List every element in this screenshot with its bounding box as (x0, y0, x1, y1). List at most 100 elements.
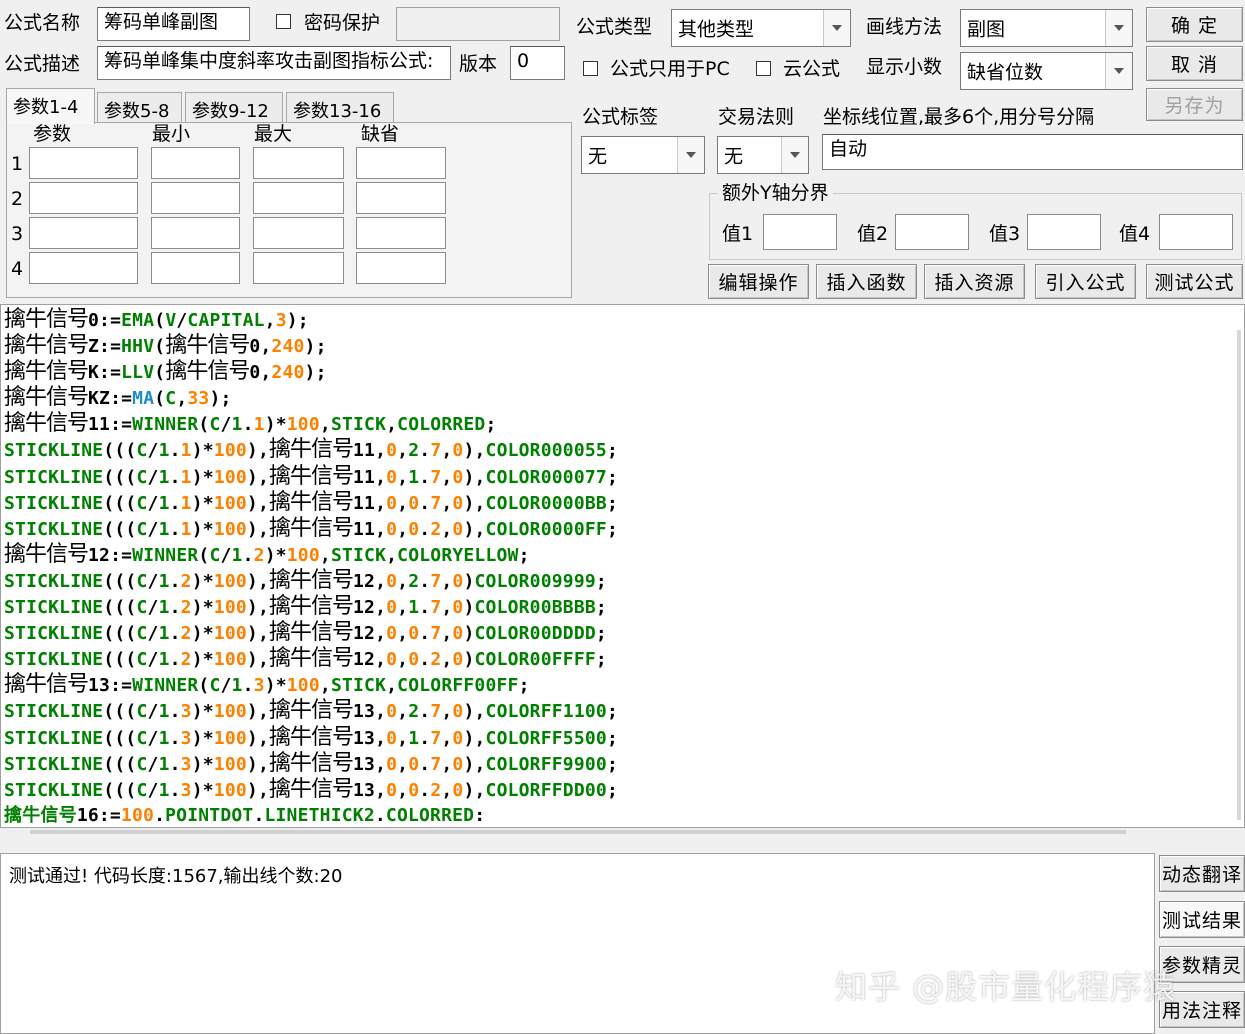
param-min-input[interactable] (151, 147, 240, 179)
tag-label: 公式标签 (582, 106, 659, 128)
code-token: COLOR000055 (485, 440, 607, 462)
insert-function-button[interactable]: 插入函数 (816, 264, 917, 299)
code-token: STICKLINE (4, 701, 104, 723)
code-token: )* (264, 675, 287, 697)
code-token: 0 (386, 701, 398, 723)
horizontal-scrollbar[interactable] (30, 830, 1126, 834)
decimal-select[interactable]: 缺省位数 (960, 52, 1133, 90)
code-token: C (136, 753, 148, 775)
code-token: ; (606, 779, 618, 801)
code-token: STICKLINE (4, 649, 104, 671)
param-name-input[interactable] (29, 147, 138, 179)
code-token: C (165, 388, 177, 410)
code-token: 1 (231, 414, 243, 436)
code-line: STICKLINE(((C/1.1)*100),擒牛信号11,0,2.7,0),… (4, 437, 618, 463)
ok-button[interactable]: 确 定 (1146, 7, 1243, 42)
rule-select[interactable]: 无 (717, 136, 809, 174)
code-token: ); (209, 388, 232, 410)
insert-resource-button[interactable]: 插入资源 (924, 264, 1025, 299)
code-token: 0 (452, 753, 464, 775)
chevron-down-icon[interactable] (677, 137, 704, 173)
param-default-input[interactable] (356, 252, 446, 284)
test-formula-button[interactable]: 测试公式 (1146, 264, 1243, 299)
code-token: , (397, 440, 409, 462)
param-name-input[interactable] (29, 217, 138, 249)
pc-only-checkbox[interactable] (583, 61, 598, 76)
draw-method-select[interactable]: 副图 (960, 9, 1133, 47)
cancel-button[interactable]: 取 消 (1146, 46, 1243, 81)
version-input[interactable]: 0 (510, 46, 565, 80)
code-token: 16:= (76, 804, 121, 826)
code-token: 3 (180, 701, 192, 723)
code-token: STICKLINE (4, 727, 104, 749)
code-editor[interactable]: 擒牛信号0:=EMA(V/CAPITAL,3); 擒牛信号Z:=HHV(擒牛信号0… (0, 304, 1245, 828)
param-max-input[interactable] (253, 217, 344, 249)
code-token: 0 (386, 727, 398, 749)
code-token: 13, (353, 753, 387, 775)
formula-type-select[interactable]: 其他类型 (671, 9, 851, 47)
code-token: ( (154, 362, 166, 384)
dynamic-translate-button[interactable]: 动态翻译 (1159, 855, 1245, 892)
code-token: 2 (430, 518, 442, 540)
code-token: 0 (452, 570, 464, 592)
code-token: , (386, 544, 398, 566)
tag-select[interactable]: 无 (581, 136, 705, 174)
code-token: 0 (408, 779, 420, 801)
code-token: ; (606, 753, 618, 775)
code-token: . (169, 701, 181, 723)
code-token: 0 (452, 727, 464, 749)
param-min-input[interactable] (151, 182, 240, 214)
y-value-2-input[interactable] (895, 214, 969, 250)
code-token: 1 (180, 466, 192, 488)
code-token: , (397, 597, 409, 619)
code-token: STICKLINE (4, 466, 104, 488)
code-token: 7 (430, 623, 442, 645)
import-formula-button[interactable]: 引入公式 (1035, 264, 1136, 299)
code-token: 12, (353, 570, 387, 592)
param-default-input[interactable] (356, 147, 446, 179)
cloud-checkbox[interactable] (756, 61, 771, 76)
vertical-scrollbar[interactable] (1237, 330, 1241, 820)
edit-ops-button[interactable]: 编辑操作 (708, 264, 809, 299)
chevron-down-icon[interactable] (1105, 10, 1132, 46)
param-name-input[interactable] (29, 182, 138, 214)
tab-params-9-12[interactable]: 参数9-12 (185, 92, 283, 122)
formula-desc-input[interactable]: 筹码单峰集中度斜率攻击副图指标公式: (97, 46, 451, 80)
formula-name-input[interactable]: 筹码单峰副图 (97, 7, 250, 41)
param-max-input[interactable] (253, 182, 344, 214)
password-checkbox[interactable] (276, 14, 291, 29)
code-token: )* (191, 492, 214, 514)
coord-input[interactable]: 自动 (822, 134, 1243, 170)
y-value-4-input[interactable] (1159, 214, 1233, 250)
code-token: ), (463, 701, 486, 723)
param-max-input[interactable] (253, 252, 344, 284)
param-default-input[interactable] (356, 217, 446, 249)
chevron-down-icon[interactable] (823, 10, 850, 46)
code-token: . (419, 727, 431, 749)
code-token: , (397, 701, 409, 723)
param-default-input[interactable] (356, 182, 446, 214)
code-token: 12, (353, 649, 387, 671)
test-result-button[interactable]: 测试结果 (1159, 901, 1245, 938)
chevron-down-icon[interactable] (1105, 53, 1132, 89)
code-token: 擒牛信号 (165, 359, 250, 385)
param-min-input[interactable] (151, 252, 240, 284)
code-token: . (169, 753, 181, 775)
chevron-down-icon[interactable] (781, 137, 808, 173)
code-token: 0 (452, 518, 464, 540)
code-token: 3 (180, 779, 192, 801)
param-max-input[interactable] (253, 147, 344, 179)
code-token: ), (246, 518, 269, 540)
code-token: 1 (180, 440, 192, 462)
code-token: 2 (430, 779, 442, 801)
param-name-input[interactable] (29, 252, 138, 284)
param-min-input[interactable] (151, 217, 240, 249)
tab-params-1-4[interactable]: 参数1-4 (6, 88, 95, 124)
y-value-1-input[interactable] (763, 214, 837, 250)
y-value-3-input[interactable] (1027, 214, 1101, 250)
password-input[interactable] (396, 7, 560, 41)
tab-params-13-16[interactable]: 参数13-16 (286, 92, 394, 122)
tab-params-5-8[interactable]: 参数5-8 (97, 92, 182, 122)
code-token: 1 (180, 518, 192, 540)
save-as-button[interactable]: 另存为 (1146, 88, 1243, 121)
